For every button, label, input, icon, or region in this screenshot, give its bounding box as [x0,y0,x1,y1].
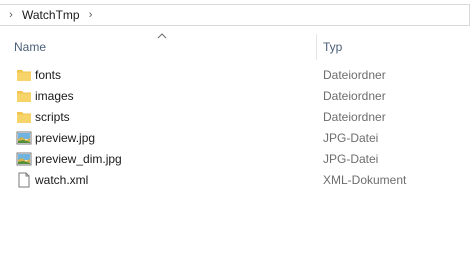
list-item[interactable]: preview_dim.jpg JPG-Datei [0,148,475,169]
file-name: preview.jpg [35,131,96,145]
file-type: XML-Dokument [323,173,407,187]
document-file-icon [18,172,30,188]
column-header: Name Typ [0,30,475,62]
file-name: images [35,89,74,103]
folder-icon [17,91,31,102]
image-file-icon [16,152,32,166]
folder-icon [17,112,31,123]
breadcrumb-chevron-icon[interactable]: › [84,5,98,25]
breadcrumb-item-watchtmp[interactable]: WatchTmp [18,5,84,25]
list-item[interactable]: watch.xml XML-Dokument [0,169,475,190]
list-item[interactable]: images Dateiordner [0,85,475,106]
file-name: preview_dim.jpg [35,152,122,166]
file-name: fonts [35,68,62,82]
file-type: Dateiordner [323,110,386,124]
image-file-icon [16,131,32,145]
column-divider[interactable] [316,34,317,60]
folder-icon [17,70,31,81]
sort-ascending-icon [157,33,167,39]
address-bar[interactable]: › WatchTmp › [0,4,470,26]
file-name: scripts [35,110,70,124]
file-explorer-window: › WatchTmp › Name Typ fonts Dateiordner … [0,0,475,264]
file-type: JPG-Datei [323,152,379,166]
list-item[interactable]: scripts Dateiordner [0,106,475,127]
breadcrumb-root-chevron-icon[interactable]: › [4,5,18,25]
column-header-name[interactable]: Name [14,40,46,54]
list-item[interactable]: preview.jpg JPG-Datei [0,127,475,148]
file-name: watch.xml [35,173,89,187]
file-type: Dateiordner [323,68,386,82]
list-item[interactable]: fonts Dateiordner [0,64,475,85]
file-type: JPG-Datei [323,131,379,145]
column-header-type[interactable]: Typ [323,40,342,54]
file-type: Dateiordner [323,89,386,103]
